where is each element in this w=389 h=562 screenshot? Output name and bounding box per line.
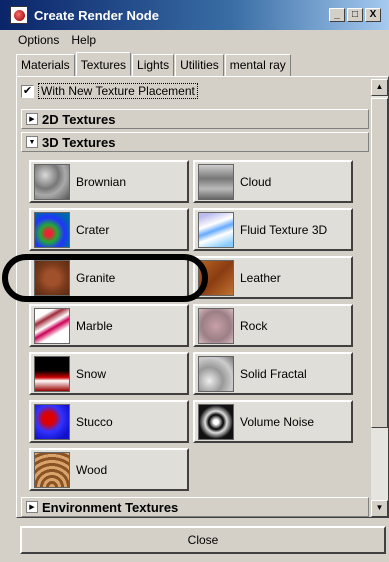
fluid-texture-3d-thumbnail — [198, 211, 234, 248]
tab-mental-ray[interactable]: mental ray — [224, 54, 291, 76]
texture-placement-label: With New Texture Placement — [38, 83, 198, 99]
brownian-thumbnail — [34, 163, 70, 200]
cloud-thumbnail — [198, 163, 234, 200]
texture-label: Solid Fractal — [240, 366, 307, 381]
texture-label: Crater — [76, 222, 110, 237]
menu-help[interactable]: Help — [71, 33, 96, 47]
rock-thumbnail — [198, 307, 234, 344]
tab-materials[interactable]: Materials — [16, 54, 75, 76]
texture-label: Brownian — [76, 174, 127, 189]
expand-arrow-icon: ▶ — [26, 501, 38, 513]
tab-lights[interactable]: Lights — [132, 54, 175, 76]
texture-button-snow[interactable]: Snow — [29, 352, 189, 395]
collapse-arrow-icon: ▼ — [26, 136, 38, 148]
scrollbar-thumb[interactable] — [371, 98, 388, 428]
texture-label: Rock — [240, 318, 268, 333]
expand-arrow-icon: ▶ — [26, 113, 38, 125]
section-3d-textures[interactable]: ▼ 3D Textures — [21, 132, 369, 152]
snow-thumbnail — [34, 355, 70, 392]
texture-label: Volume Noise — [240, 414, 315, 429]
scroll-up-arrow-icon[interactable]: ▲ — [371, 79, 388, 96]
texture-label: Fluid Texture 3D — [240, 222, 328, 237]
wood-thumbnail — [34, 451, 70, 488]
title-bar: Create Render Node _ □ X — [0, 0, 389, 30]
texture-label: Leather — [240, 270, 281, 285]
menu-bar: Options Help — [0, 30, 389, 50]
granite-highlight-annotation — [2, 254, 208, 302]
texture-placement-checkbox[interactable]: ✔ — [21, 84, 34, 98]
texture-button-marble[interactable]: Marble — [29, 304, 189, 347]
close-window-button[interactable]: X — [365, 8, 381, 22]
crater-thumbnail — [34, 211, 70, 248]
minimize-button[interactable]: _ — [329, 8, 345, 22]
scroll-down-arrow-icon[interactable]: ▼ — [371, 500, 388, 517]
marble-thumbnail — [34, 307, 70, 344]
texture-button-fluid-texture-3d[interactable]: Fluid Texture 3D — [193, 208, 353, 251]
volume-noise-thumbnail — [198, 403, 234, 440]
texture-button-brownian[interactable]: Brownian — [29, 160, 189, 203]
texture-button-wood[interactable]: Wood — [29, 448, 189, 491]
section-label: Environment Textures — [42, 499, 179, 515]
stucco-thumbnail — [34, 403, 70, 440]
close-button[interactable]: Close — [20, 526, 386, 554]
texture-label: Wood — [76, 462, 108, 477]
section-label: 3D Textures — [42, 134, 116, 150]
texture-placement-option[interactable]: ✔ With New Texture Placement — [21, 83, 198, 99]
texture-label: Snow — [76, 366, 107, 381]
texture-button-stucco[interactable]: Stucco — [29, 400, 189, 443]
texture-button-solid-fractal[interactable]: Solid Fractal — [193, 352, 353, 395]
section-environment-textures[interactable]: ▶ Environment Textures — [21, 497, 369, 517]
menu-options[interactable]: Options — [18, 33, 59, 47]
texture-button-leather[interactable]: Leather — [193, 256, 353, 299]
vertical-scrollbar[interactable]: ▲ ▼ — [371, 79, 388, 517]
tab-utilities[interactable]: Utilities — [175, 54, 224, 76]
texture-label: Stucco — [76, 414, 113, 429]
section-label: 2D Textures — [42, 111, 116, 127]
solid-fractal-thumbnail — [198, 355, 234, 392]
tab-textures[interactable]: Textures — [75, 52, 132, 76]
app-icon — [10, 6, 28, 24]
section-2d-textures[interactable]: ▶ 2D Textures — [21, 109, 369, 129]
texture-button-volume-noise[interactable]: Volume Noise — [193, 400, 353, 443]
texture-button-crater[interactable]: Crater — [29, 208, 189, 251]
tab-bar: Materials Textures Lights Utilities ment… — [16, 52, 292, 76]
window-title: Create Render Node — [34, 7, 159, 23]
texture-button-rock[interactable]: Rock — [193, 304, 353, 347]
maximize-button[interactable]: □ — [347, 8, 363, 22]
texture-label: Cloud — [240, 174, 272, 189]
texture-label: Marble — [76, 318, 113, 333]
texture-button-cloud[interactable]: Cloud — [193, 160, 353, 203]
